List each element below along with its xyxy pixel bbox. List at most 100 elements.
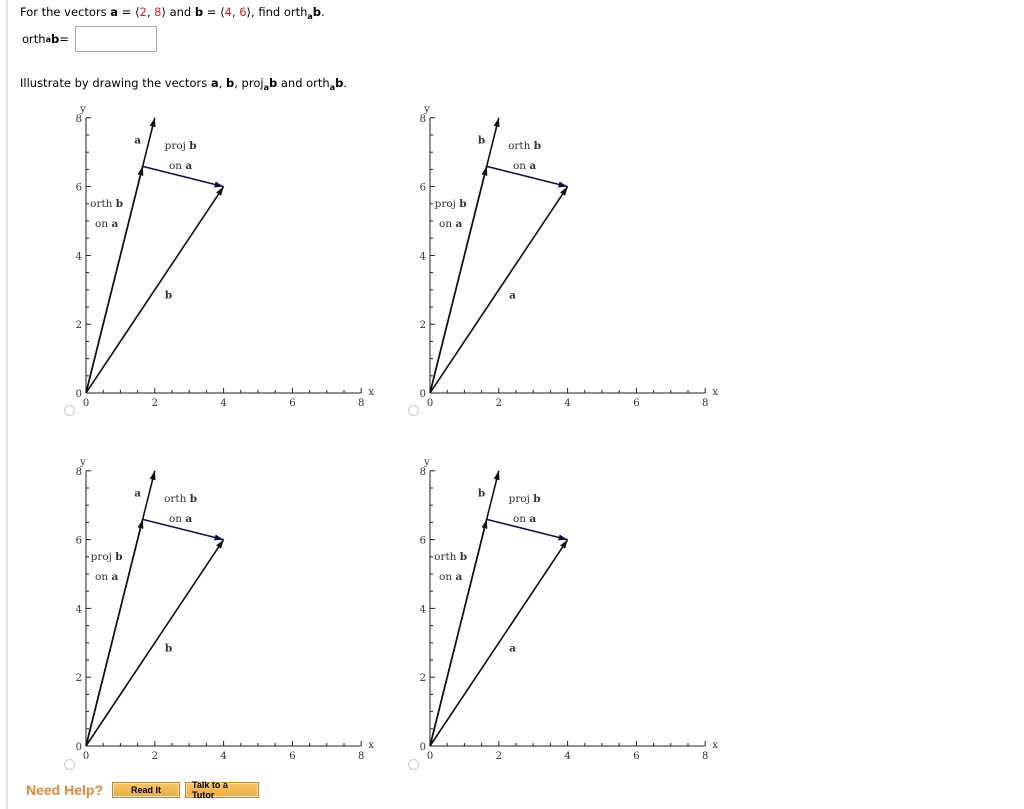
eq-sign: = ⟨ <box>203 5 225 19</box>
left-vector-label-line1: orth b <box>434 551 467 563</box>
diagonal-vector-arrow-head <box>216 539 224 549</box>
y-tick-label: 4 <box>76 251 82 262</box>
answer-row: orth a b = <box>22 26 157 52</box>
graph-option-3: 0 2 4 6 8 0 2 4 6 8 x y a b orth b on a proj b on a <box>55 448 385 772</box>
upper-vector-label-word: on <box>513 160 529 172</box>
upper-vector-label-line1: orth b <box>508 140 541 152</box>
left-vector-label-word: on <box>439 218 455 230</box>
bold-b: b <box>226 76 235 90</box>
diagonal-vector-arrow-head <box>560 539 568 549</box>
proj-vector-arrow-head <box>481 166 488 176</box>
x-tick-label: 2 <box>152 751 158 762</box>
y-tick-label: 8 <box>420 114 426 125</box>
x-tick-label: 6 <box>633 751 639 762</box>
left-vector-label-word: orth <box>434 551 460 563</box>
x-tick-label: 0 <box>427 398 433 409</box>
left-vector-label-word: orth <box>90 198 116 210</box>
b-x-value: 4 <box>224 5 232 19</box>
long-vector-arrow-head <box>149 117 156 128</box>
left-vector-label-bold: a <box>111 218 118 230</box>
radio-option-1[interactable] <box>64 405 75 416</box>
eq-sign: = <box>59 32 69 46</box>
left-vector-label-bold: a <box>111 571 118 583</box>
x-tick-label: 2 <box>152 398 158 409</box>
left-vector-label-line2: on a <box>95 571 118 583</box>
orth-text: and orth <box>277 76 330 90</box>
proj-vector-arrow-head <box>137 166 144 176</box>
y-tick-label: 4 <box>420 604 426 615</box>
eq-sign: = ⟨ <box>118 5 140 19</box>
x-tick-label: 2 <box>496 751 502 762</box>
need-help-bar: Need Help? Read It Talk to a Tutor <box>26 780 264 800</box>
y-tick-label: 4 <box>76 604 82 615</box>
graph-option-4: 0 2 4 6 8 0 2 4 6 8 x y b a proj b on a orth b on a <box>399 448 729 772</box>
y-tick-label: 0 <box>76 389 82 400</box>
upper-vector-label-line2: on a <box>169 513 192 525</box>
x-tick-label: 6 <box>633 398 639 409</box>
orth-answer-input[interactable] <box>74 26 157 52</box>
left-vector-label-bold: b <box>116 198 123 210</box>
period: . <box>321 5 325 19</box>
upper-vector-label-line1: orth b <box>164 493 197 505</box>
left-vector-label-line2: on a <box>439 571 462 583</box>
left-vector-label-line2: on a <box>439 218 462 230</box>
y-tick-label: 2 <box>420 320 426 331</box>
left-vector-label-bold: b <box>460 551 467 563</box>
connecting-vector-arrow-head <box>558 181 568 188</box>
y-tick-label: 8 <box>76 467 82 478</box>
left-vector-label-bold: a <box>455 571 462 583</box>
left-vector-label-word: on <box>95 218 111 230</box>
vector-plot-svg: 0 2 4 6 802468xybaorth bon aproj bon a <box>420 104 719 409</box>
x-tick-label: 0 <box>83 751 89 762</box>
x-tick-label: 4 <box>564 751 570 762</box>
y-tick-label: 4 <box>420 251 426 262</box>
vector-a-label: a <box>110 5 119 19</box>
connecting-vector-arrow-head <box>214 181 224 188</box>
upper-vector-label-line1: proj b <box>165 140 197 152</box>
upper-vector-label-bold: a <box>185 513 192 525</box>
y-tick-label: 0 <box>420 742 426 753</box>
upper-vector-label-bold: b <box>190 493 197 505</box>
connecting-vector-arrow-head <box>214 534 224 541</box>
vector-plot-svg: 0 2 4 6 802468xybaproj bon aorth bon a <box>420 457 719 762</box>
diagonal-vector-arrow-head <box>216 186 224 196</box>
upper-vector-label-word: orth <box>164 493 190 505</box>
x-tick-label: 4 <box>220 751 226 762</box>
left-vector-label-line2: on a <box>95 218 118 230</box>
sep: , <box>218 76 226 90</box>
radio-option-2[interactable] <box>408 405 419 416</box>
read-it-button[interactable]: Read It <box>112 782 181 798</box>
x-tick-label: 6 <box>289 751 295 762</box>
proj-text: , proj <box>234 76 264 90</box>
connecting-vector-arrow-head <box>558 534 568 541</box>
talk-to-tutor-button[interactable]: Talk to a Tutor <box>185 780 260 800</box>
and-text: ⟩ and <box>161 5 195 19</box>
diagonal-vector-label: b <box>165 289 172 301</box>
x-tick-label: 8 <box>702 398 708 409</box>
graph-option-1: 0 2 4 6 8 0 2 4 6 8 x y a b proj b on a orth b on a <box>55 95 385 419</box>
y-tick-label: 6 <box>76 183 82 194</box>
period: . <box>343 76 348 90</box>
upper-vector-label-word: on <box>513 513 529 525</box>
y-tick-label: 6 <box>420 183 426 194</box>
x-tick-label: 0 <box>83 398 89 409</box>
upper-vector-label-word: on <box>169 513 185 525</box>
x-axis-label: x <box>368 387 374 398</box>
upper-vector-label-bold: a <box>529 160 536 172</box>
vector-plot-svg: 0 2 4 6 802468xyabproj bon aorth bon a <box>76 104 375 409</box>
b-y-value: 6 <box>239 5 247 19</box>
left-vector-label-word: on <box>95 571 111 583</box>
y-tick-label: 0 <box>76 742 82 753</box>
bold-b: b <box>312 5 322 19</box>
radio-option-3[interactable] <box>64 759 75 770</box>
radio-option-4[interactable] <box>408 759 419 770</box>
illustrate-instruction: Illustrate by drawing the vectors a, b, … <box>20 76 347 92</box>
left-vector-label-word: proj <box>435 198 460 210</box>
long-vector-arrow-head <box>493 470 500 481</box>
y-axis-label: y <box>79 457 86 468</box>
bold-a: a <box>210 76 219 90</box>
upper-vector-label-word: on <box>169 160 185 172</box>
y-tick-label: 6 <box>76 536 82 547</box>
left-vector-label-line1: proj b <box>435 198 467 210</box>
y-tick-label: 2 <box>76 320 82 331</box>
